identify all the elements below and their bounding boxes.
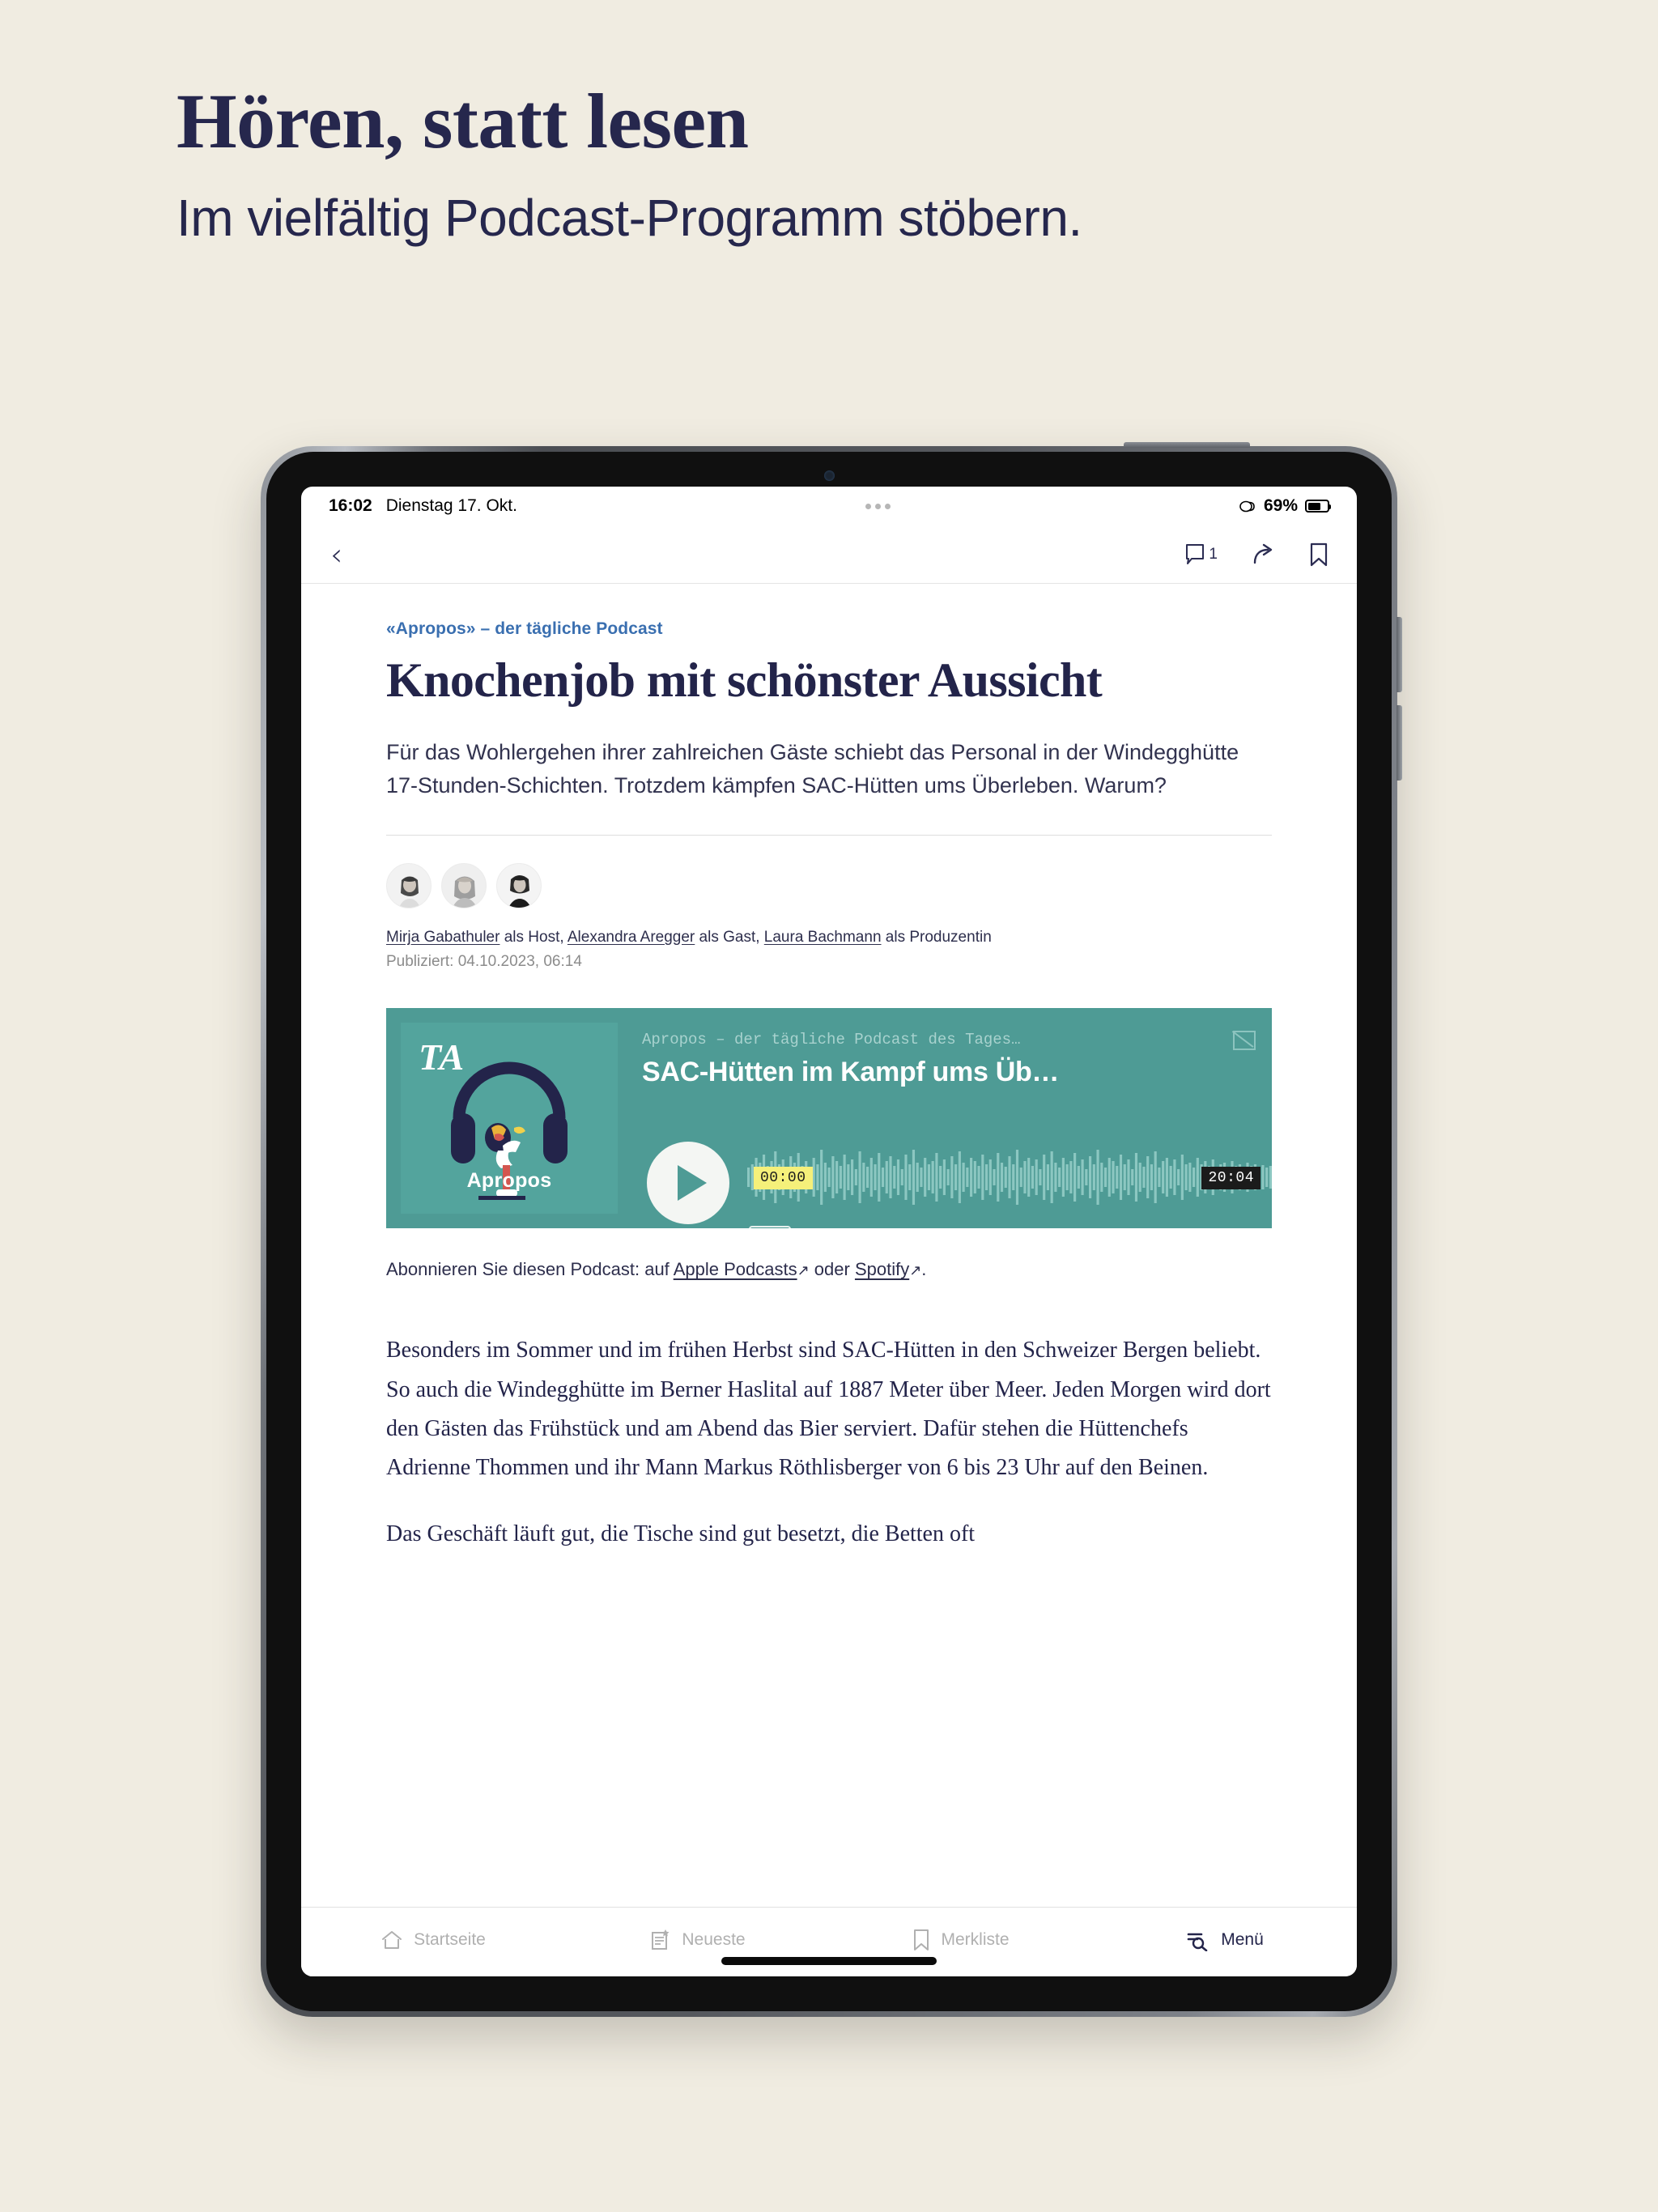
battery-icon bbox=[1305, 500, 1331, 513]
author-avatars bbox=[386, 862, 1272, 908]
article-lead: Für das Wohlergehen ihrer zahlreichen Gä… bbox=[386, 739, 1239, 798]
podcast-player[interactable]: TA Apropos Apropos – der tägliche Podcas… bbox=[386, 1008, 1272, 1229]
tablet-device: 16:02 Dienstag 17. Okt. 69% ‹ 1 «Apropos… bbox=[261, 442, 1402, 2017]
share-icon[interactable] bbox=[1252, 543, 1276, 566]
article-kicker[interactable]: «Apropos» – der tägliche Podcast bbox=[386, 619, 1272, 639]
total-duration: 20:04 bbox=[1201, 1167, 1261, 1190]
promo-header: Hören, statt lesen Im vielfältig Podcast… bbox=[176, 78, 1472, 249]
player-controls: 00:00 20:04 1X PRIVACY SHARE SUBSCRIBE bbox=[618, 1135, 1272, 1229]
tab-label: Startseite bbox=[414, 1929, 486, 1949]
app-toolbar: ‹ 1 bbox=[301, 525, 1357, 584]
player-meta: Apropos – der tägliche Podcast des Tages… bbox=[618, 1008, 1272, 1135]
svg-text:TA: TA bbox=[419, 1036, 464, 1078]
play-button[interactable] bbox=[647, 1142, 729, 1225]
author-role: als Produzentin bbox=[881, 928, 992, 946]
comment-icon bbox=[1185, 543, 1206, 566]
podcast-show-name: Apropos – der tägliche Podcast des Tages… bbox=[642, 1031, 1021, 1049]
article-byline: Mirja Gabathuler als Host, Alexandra Are… bbox=[386, 926, 1272, 950]
subscribe-suffix: . bbox=[921, 1259, 927, 1280]
spotify-link[interactable]: Spotify bbox=[855, 1259, 909, 1279]
promo-subtitle: Im vielfältig Podcast-Programm stöbern. bbox=[176, 188, 1082, 247]
article-content: «Apropos» – der tägliche Podcast Knochen… bbox=[301, 584, 1357, 1554]
current-time: 00:00 bbox=[754, 1167, 813, 1190]
front-camera-icon bbox=[824, 470, 835, 481]
article-paragraph: Das Geschäft läuft gut, die Tische sind … bbox=[386, 1521, 976, 1546]
power-button[interactable] bbox=[1124, 442, 1250, 448]
newspaper-star-icon bbox=[648, 1929, 671, 1951]
tab-merkliste[interactable]: Merkliste bbox=[829, 1929, 1093, 1951]
bookmark-icon[interactable] bbox=[1310, 542, 1328, 567]
expand-icon[interactable] bbox=[1233, 1031, 1256, 1051]
status-date: Dienstag 17. Okt. bbox=[385, 496, 517, 515]
podcast-episode-title: SAC-Hütten im Kampf ums Üb… bbox=[642, 1057, 1060, 1088]
tab-neueste[interactable]: Neueste bbox=[565, 1929, 829, 1951]
back-button[interactable]: ‹ bbox=[330, 539, 342, 570]
divider bbox=[386, 834, 1272, 836]
podcast-cover-label: Apropos bbox=[466, 1169, 552, 1193]
toolbar-actions: 1 bbox=[1185, 542, 1328, 567]
avatar bbox=[386, 862, 432, 908]
tab-startseite[interactable]: Startseite bbox=[301, 1929, 565, 1951]
tab-menu[interactable]: Menü bbox=[1093, 1929, 1357, 1951]
subscribe-line: Abonnieren Sie diesen Podcast: auf Apple… bbox=[386, 1256, 1272, 1283]
external-link-icon: ↗ bbox=[797, 1262, 810, 1279]
menu-search-icon bbox=[1186, 1929, 1210, 1951]
status-time: 16:02 bbox=[329, 496, 372, 515]
avatar bbox=[441, 862, 487, 908]
tab-label: Menü bbox=[1221, 1929, 1264, 1949]
promo-title: Hören, statt lesen bbox=[176, 78, 749, 164]
home-indicator[interactable] bbox=[721, 1957, 937, 1965]
article-headline: Knochenjob mit schönster Aussicht bbox=[386, 653, 1103, 707]
volume-down-button[interactable] bbox=[1397, 705, 1402, 781]
bottom-tab-bar: Startseite Neueste Merkliste Menü bbox=[301, 1907, 1357, 1976]
author-role: als Host, bbox=[500, 928, 568, 946]
waveform[interactable] bbox=[747, 1140, 1272, 1214]
player-header: TA Apropos Apropos – der tägliche Podcas… bbox=[386, 1008, 1272, 1214]
volume-up-button[interactable] bbox=[1397, 617, 1402, 692]
screen-record-icon bbox=[1239, 500, 1256, 513]
subscribe-prefix: Abonnieren Sie diesen Podcast: auf bbox=[386, 1259, 674, 1280]
publish-date: Publiziert: 04.10.2023, 06:14 bbox=[386, 953, 582, 971]
author-link[interactable]: Alexandra Aregger bbox=[568, 929, 695, 946]
external-link-icon: ↗ bbox=[909, 1262, 922, 1279]
comment-count: 1 bbox=[1209, 545, 1218, 563]
status-bar-center bbox=[517, 503, 1239, 509]
apple-podcasts-link[interactable]: Apple Podcasts bbox=[674, 1259, 797, 1279]
status-bar-right: 69% bbox=[1239, 496, 1331, 516]
status-bar-left: 16:02 Dienstag 17. Okt. bbox=[329, 496, 517, 516]
author-link[interactable]: Mirja Gabathuler bbox=[386, 929, 500, 946]
author-link[interactable]: Laura Bachmann bbox=[764, 929, 882, 946]
playback-speed-button[interactable]: 1X bbox=[749, 1226, 791, 1229]
tab-label: Neueste bbox=[682, 1929, 746, 1949]
podcast-cover-art: TA Apropos bbox=[401, 1023, 618, 1214]
home-icon bbox=[380, 1929, 403, 1951]
article-scroll-region[interactable]: «Apropos» – der tägliche Podcast Knochen… bbox=[301, 584, 1357, 1907]
play-icon bbox=[678, 1165, 707, 1202]
avatar bbox=[496, 862, 542, 908]
battery-percent: 69% bbox=[1263, 496, 1298, 515]
comments-button[interactable]: 1 bbox=[1185, 543, 1218, 566]
tab-label: Merkliste bbox=[941, 1929, 1010, 1949]
author-role: als Gast, bbox=[695, 928, 764, 946]
subscribe-middle: oder bbox=[809, 1259, 855, 1280]
device-screen: 16:02 Dienstag 17. Okt. 69% ‹ 1 «Apropos… bbox=[301, 487, 1357, 1976]
status-bar: 16:02 Dienstag 17. Okt. 69% bbox=[301, 487, 1357, 525]
bookmark-icon bbox=[912, 1929, 930, 1951]
article-paragraph: Besonders im Sommer und im frühen Herbst… bbox=[386, 1338, 1271, 1480]
multitask-dots-icon[interactable] bbox=[865, 503, 891, 509]
